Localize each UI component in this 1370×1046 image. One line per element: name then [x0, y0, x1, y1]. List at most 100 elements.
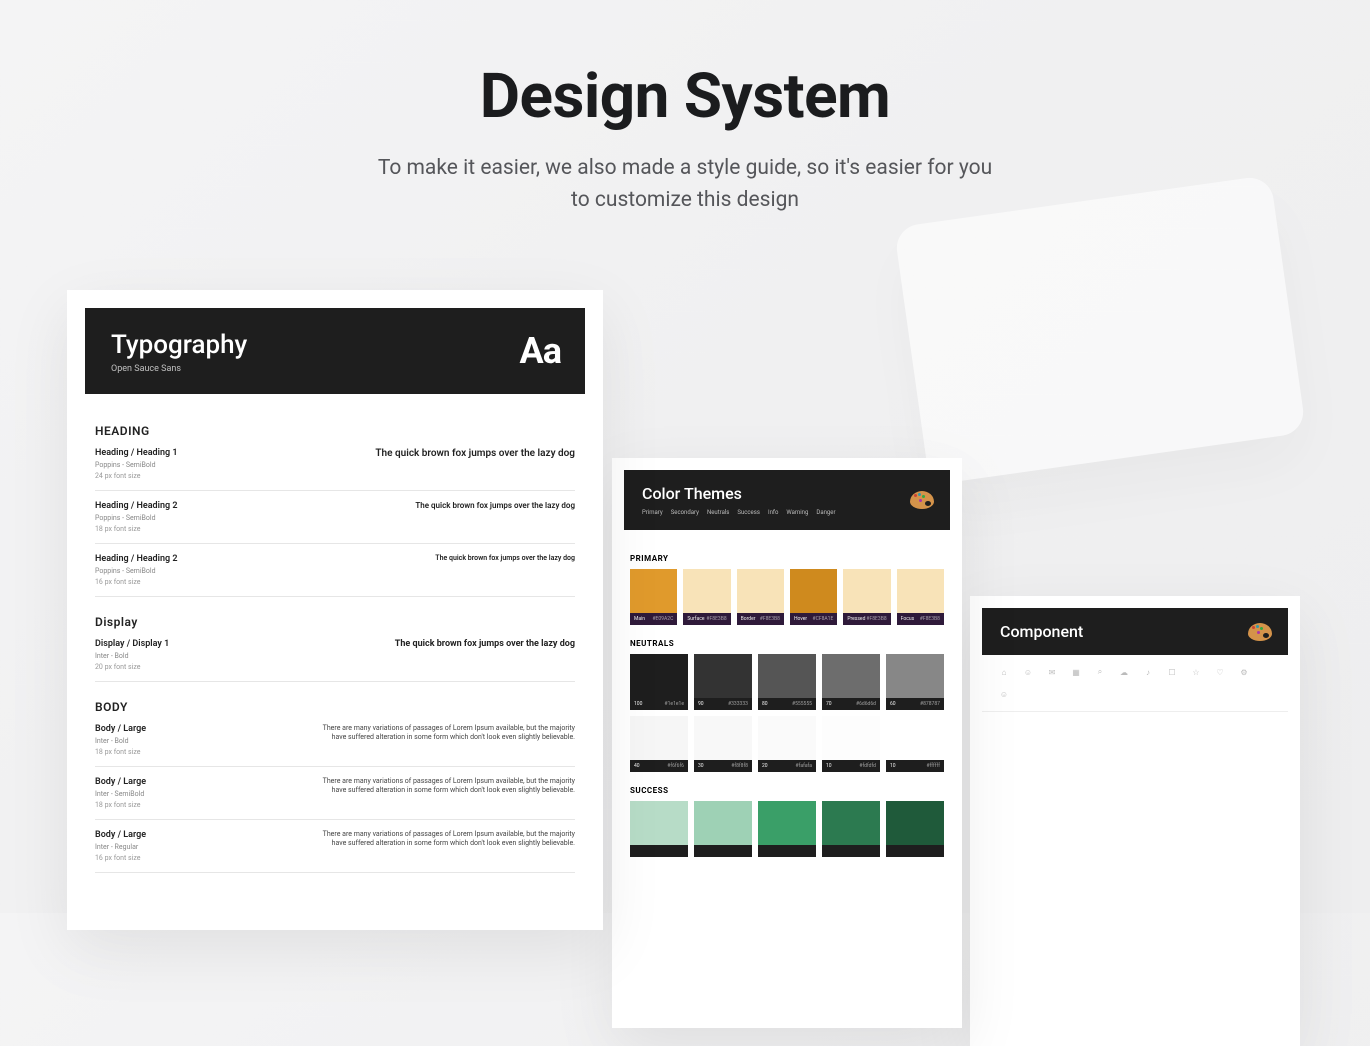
type-row-name: Body / Large: [95, 724, 146, 734]
color-swatch: 40#f6f6f6: [630, 716, 688, 772]
type-row-meta: Poppins - SemiBold: [95, 514, 177, 522]
hero-subtitle: To make it easier, we also made a style …: [375, 153, 995, 216]
swatch-hex: #fdfdfd: [859, 763, 876, 769]
color-section-neutrals: NEUTRALS: [630, 639, 944, 648]
color-tab: Primary: [642, 509, 663, 516]
type-row-b1: Body / Large Inter - Bold 18 px font siz…: [95, 714, 575, 767]
swatch-band: [886, 845, 944, 857]
color-swatch: 100#1e1e1e: [630, 654, 688, 710]
swatch-band: 10#ffffff: [886, 760, 944, 772]
star-icon: ☆: [1188, 665, 1204, 679]
color-tab: Secondary: [671, 509, 699, 516]
type-row-size: 16 px font size: [95, 578, 177, 586]
color-tab: Warning: [786, 509, 808, 516]
swatch-label: Hover: [794, 616, 807, 622]
hero-section: Design System To make it easier, we also…: [0, 0, 1370, 216]
typography-subtitle: Open Sauce Sans: [111, 364, 559, 374]
mail-icon: ✉: [1044, 665, 1060, 679]
swatch-band: 60 #878787: [886, 698, 944, 710]
swatch-hex: #F8E3B8: [866, 616, 886, 622]
type-row-size: 20 px font size: [95, 663, 169, 671]
swatch-label: 70: [826, 701, 832, 707]
swatch-hex: #E09A2C: [652, 616, 673, 622]
swatch-band: 40#f6f6f6: [630, 760, 688, 772]
color-tab: Neutrals: [707, 509, 729, 516]
type-row-sample: There are many variations of passages of…: [315, 777, 575, 795]
swatch-band: Border#F8E3B8: [737, 613, 784, 625]
bookmark-icon: ☐: [1164, 665, 1180, 679]
home-icon: ⌂: [996, 665, 1012, 679]
type-row-sample: There are many variations of passages of…: [315, 724, 575, 742]
type-row-d1: Display / Display 1 Inter - Bold 20 px f…: [95, 629, 575, 682]
grid-icon: ▦: [1068, 665, 1084, 679]
palette-icon: [910, 491, 934, 509]
section-body-title: BODY: [95, 700, 575, 714]
success-swatch-row: [630, 801, 944, 857]
bell-icon: ♪: [1140, 665, 1156, 679]
typography-glyph: Aa: [520, 330, 561, 372]
swatch-label: Pressed: [847, 616, 865, 622]
heart-icon: ♡: [1212, 665, 1228, 679]
chat-icon: ☁: [1116, 665, 1132, 679]
color-tab: Info: [768, 509, 778, 516]
type-row-h1: Heading / Heading 1 Poppins - SemiBold 2…: [95, 438, 575, 491]
swatch-label: 90: [698, 701, 704, 707]
color-swatch: 20 #fafafa: [758, 716, 816, 772]
swatch-band: Pressed#F8E3B8: [843, 613, 890, 625]
color-swatch: Focus#F8E3B8: [897, 569, 944, 625]
type-row-name: Heading / Heading 2: [95, 554, 177, 564]
swatch-label: 20: [762, 763, 768, 769]
color-swatch: Surface#F8E3B8: [683, 569, 730, 625]
swatch-band: Surface#F8E3B8: [683, 613, 730, 625]
component-card-header: Component: [982, 608, 1288, 655]
color-section-primary: PRIMARY: [630, 554, 944, 563]
swatch-band: 100#1e1e1e: [630, 698, 688, 710]
type-row-size: 24 px font size: [95, 472, 177, 480]
swatch-label: 10: [826, 763, 832, 769]
swatch-hex: #ffffff: [926, 763, 940, 769]
cards-area: Typography Open Sauce Sans Aa HEADING He…: [0, 290, 1370, 990]
swatch-hex: #555555: [792, 701, 812, 707]
typography-title: Typography: [111, 330, 559, 360]
component-title: Component: [1000, 622, 1270, 641]
swatch-band: 10 #fdfdfd: [822, 760, 880, 772]
swatch-hex: #fafafa: [796, 763, 812, 769]
neutrals-swatch-row-2: 40#f6f6f6 30#f8f8f8 20 #fafafa 10 #fdfdfd 10#f…: [630, 716, 944, 772]
swatch-band: 30#f8f8f8: [694, 760, 752, 772]
type-row-name: Heading / Heading 2: [95, 501, 177, 511]
type-row-sample: The quick brown fox jumps over the lazy …: [375, 448, 575, 459]
swatch-hex: #6d6d6d: [856, 701, 876, 707]
type-row-size: 18 px font size: [95, 525, 177, 533]
color-swatch: [822, 801, 880, 857]
type-row-meta: Inter - Regular: [95, 843, 146, 851]
color-swatch: 60 #878787: [886, 654, 944, 710]
section-display-title: Display: [95, 615, 575, 629]
palette-icon: [1248, 623, 1272, 641]
swatch-hex: #878787: [920, 701, 940, 707]
color-swatch: Hover #CF8A1E: [790, 569, 837, 625]
typography-card: Typography Open Sauce Sans Aa HEADING He…: [67, 290, 603, 930]
type-row-b3: Body / Large Inter - Regular 16 px font …: [95, 820, 575, 873]
type-row-size: 16 px font size: [95, 854, 146, 862]
swatch-hex: #F8E3B8: [706, 616, 726, 622]
color-swatch: [694, 801, 752, 857]
swatch-label: Surface: [687, 616, 704, 622]
color-swatch: [758, 801, 816, 857]
type-row-b2: Body / Large Inter - SemiBold 18 px font…: [95, 767, 575, 820]
swatch-band: Hover #CF8A1E: [790, 613, 837, 625]
color-body: PRIMARY Main#E09A2CSurface#F8E3B8Border#…: [612, 530, 962, 857]
type-row-sample: The quick brown fox jumps over the lazy …: [395, 639, 575, 649]
settings-icon: ⚙: [1236, 665, 1252, 679]
swatch-hex: #CF8A1E: [812, 616, 833, 622]
hero-title: Design System: [0, 60, 1370, 133]
swatch-label: 60: [890, 701, 896, 707]
swatch-label: 40: [634, 763, 640, 769]
swatch-band: 80#555555: [758, 698, 816, 710]
color-swatch: 90#333333: [694, 654, 752, 710]
color-swatch: 10#ffffff: [886, 716, 944, 772]
type-row-meta: Poppins - SemiBold: [95, 567, 177, 575]
typography-body: HEADING Heading / Heading 1 Poppins - Se…: [67, 394, 603, 873]
color-themes-card: Color Themes Primary Secondary Neutrals …: [612, 458, 962, 1028]
color-swatch: 70 #6d6d6d: [822, 654, 880, 710]
color-swatch: Border#F8E3B8: [737, 569, 784, 625]
